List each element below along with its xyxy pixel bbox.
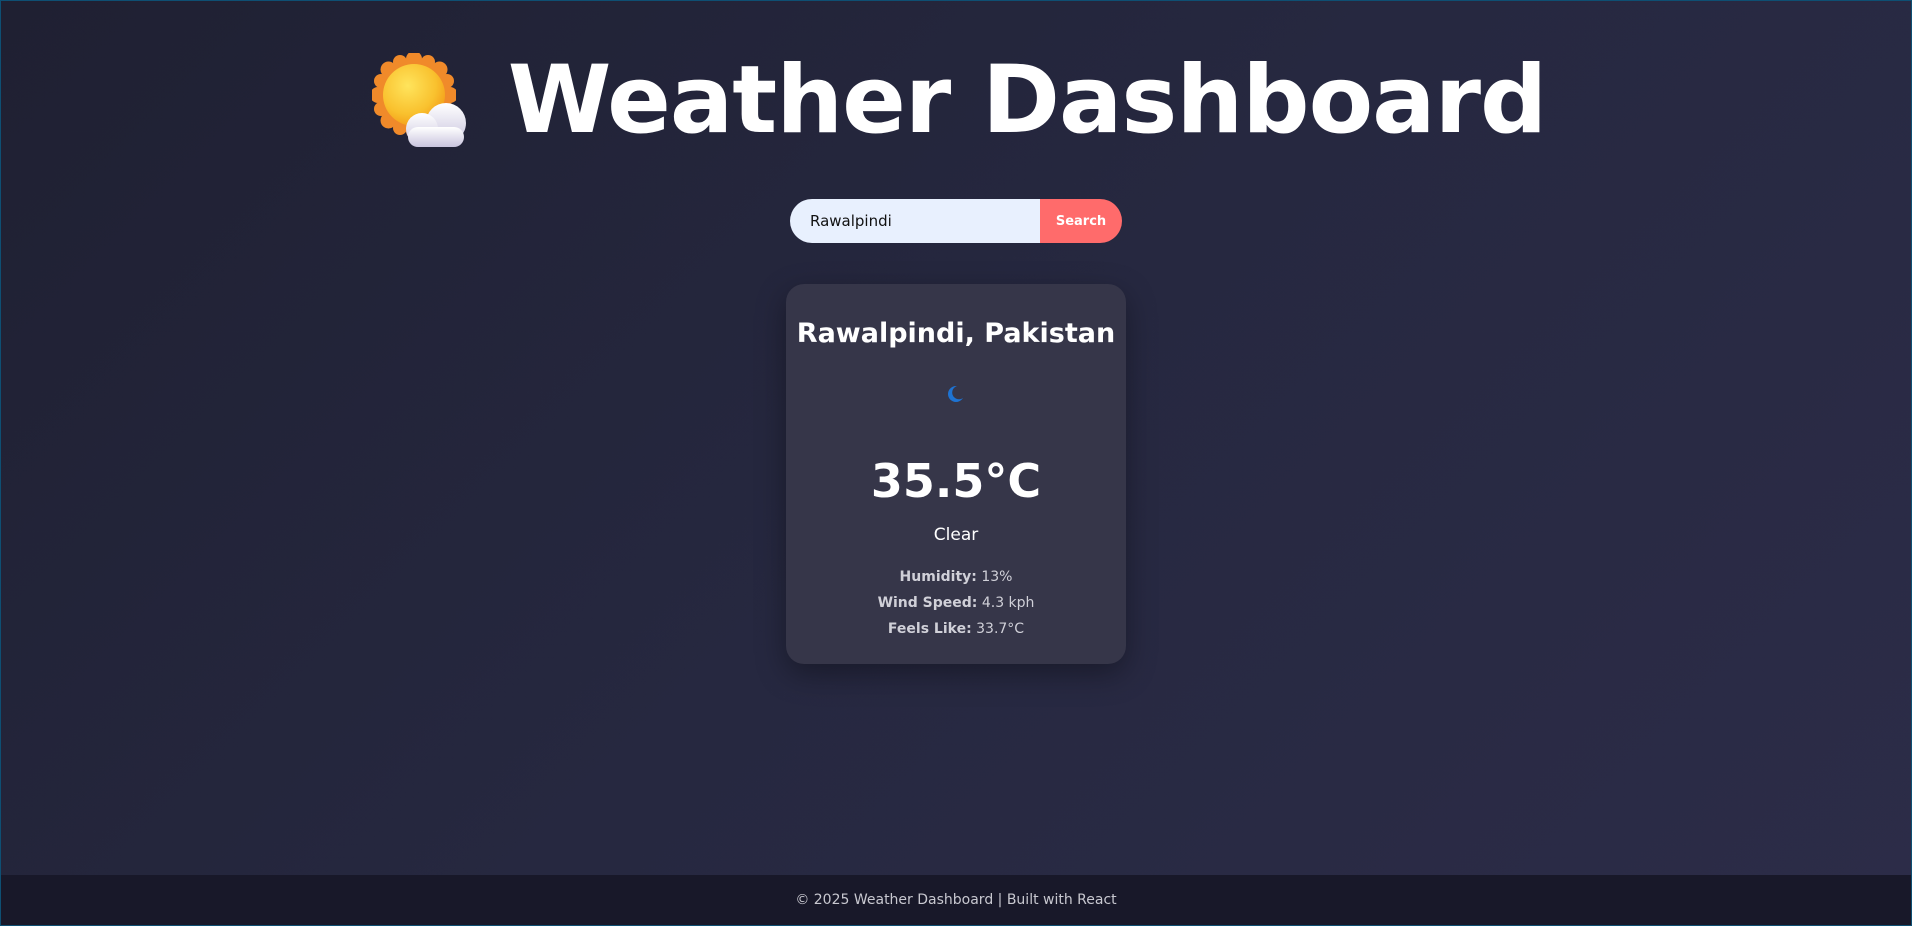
weather-details: Humidity: 13% Wind Speed: 4.3 kph Feels …: [786, 564, 1126, 642]
humidity-value: 13%: [981, 569, 1013, 585]
search-input[interactable]: [790, 199, 1040, 243]
location-title: Rawalpindi, Pakistan: [796, 318, 1116, 349]
wind-speed-label: Wind Speed:: [877, 595, 978, 611]
page-title: Weather Dashboard: [507, 46, 1547, 155]
weather-card: Rawalpindi, Pakistan 35.5°C Clear Humidi…: [786, 284, 1126, 664]
sun-behind-cloud-icon: [368, 51, 468, 151]
crescent-moon-icon: [948, 385, 966, 402]
condition-text: Clear: [933, 525, 979, 545]
footer: © 2025 Weather Dashboard | Built with Re…: [1, 875, 1911, 925]
humidity-row: Humidity: 13%: [786, 564, 1126, 590]
humidity-label: Humidity:: [899, 569, 977, 585]
cloud-icon: [405, 103, 466, 147]
search-bar: Search: [790, 199, 1122, 243]
wind-speed-row: Wind Speed: 4.3 kph: [786, 590, 1126, 616]
feels-like-value: 33.7°C: [976, 621, 1025, 637]
search-button[interactable]: Search: [1040, 199, 1122, 243]
footer-text: © 2025 Weather Dashboard | Built with Re…: [795, 892, 1117, 908]
feels-like-label: Feels Like:: [887, 621, 972, 637]
wind-speed-value: 4.3 kph: [981, 595, 1035, 611]
app-header: Weather Dashboard: [1, 51, 1912, 151]
feels-like-row: Feels Like: 33.7°C: [786, 616, 1126, 642]
temperature: 35.5°C: [870, 454, 1042, 508]
